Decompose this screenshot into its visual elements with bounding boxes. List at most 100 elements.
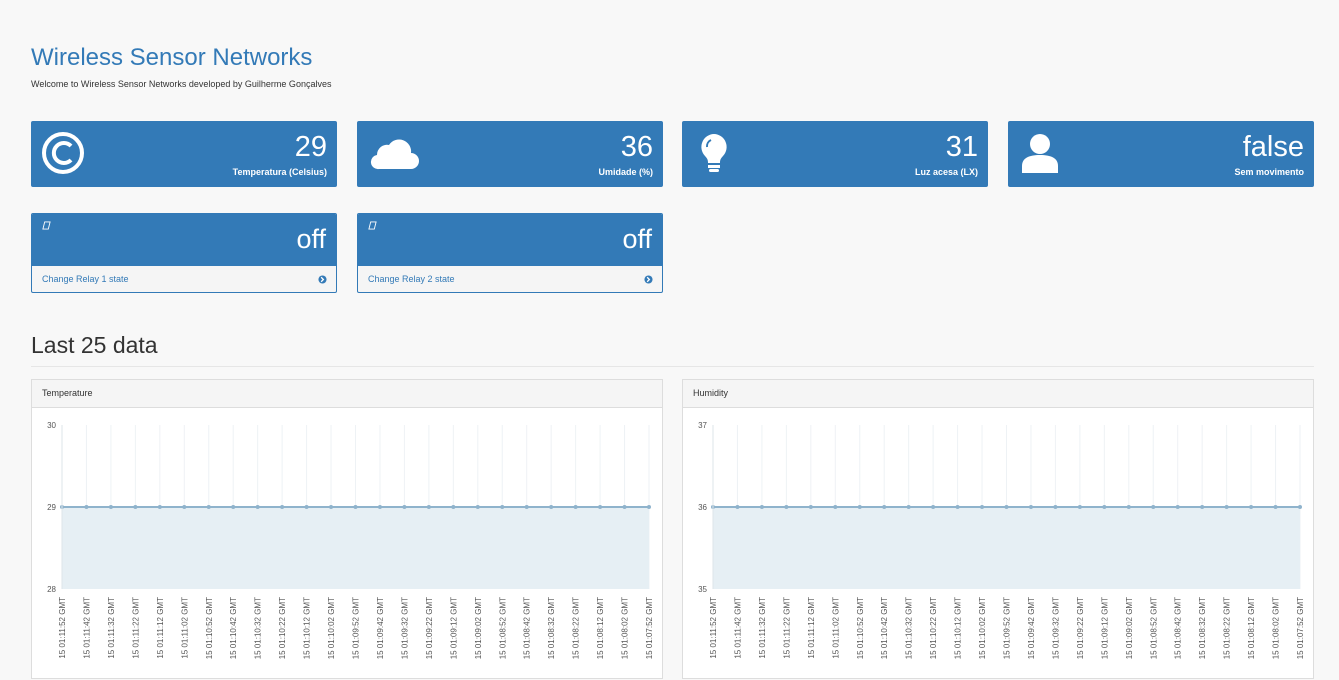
humidity-point: [833, 505, 838, 509]
humidity-x-tick-label: 15 01:08:42 GMT: [1174, 597, 1183, 659]
arrow-circle-right-icon[interactable]: [318, 275, 327, 284]
humidity-point: [784, 505, 789, 509]
temperature-x-tick-label: 15 01:11:12 GMT: [156, 597, 165, 659]
temperature-point: [549, 505, 554, 509]
humidity-point: [1151, 505, 1156, 509]
temperature-point: [402, 505, 407, 509]
humidity-point: [1077, 505, 1082, 509]
temperature-label: Temperatura (Celsius): [232, 167, 327, 177]
humidity-chart: 37 36 3515 01:11:52 GMT 15 01:11:42 GMT 15 0…: [698, 421, 1305, 659]
page-subtitle: Welcome to Wireless Sensor Networks deve…: [31, 79, 332, 89]
humidity-label: Umidade (%): [598, 167, 653, 177]
temperature-card: 29 Temperatura (Celsius): [31, 121, 337, 187]
temperature-x-tick-label: 15 01:11:22 GMT: [131, 597, 140, 659]
temperature-x-tick-label: 15 01:09:02 GMT: [474, 597, 483, 659]
temperature-x-tick-label: 15 01:07:52 GMT: [645, 597, 654, 659]
humidity-point: [857, 505, 862, 509]
humidity-point: [759, 505, 764, 509]
humidity-x-tick-label: 15 01:09:32 GMT: [1051, 597, 1060, 659]
temperature-x-tick-label: 15 01:08:42 GMT: [523, 597, 532, 659]
temperature-point: [377, 505, 382, 509]
humidity-x-tick-label: 15 01:10:42 GMT: [880, 597, 889, 659]
lightbulb-icon: [701, 134, 727, 172]
temperature-point: [157, 505, 162, 509]
humidity-x-tick-label: 15 01:11:52 GMT: [709, 597, 718, 659]
humidity-x-tick-label: 15 01:10:52 GMT: [856, 597, 865, 659]
temperature-x-tick-label: 15 01:10:12 GMT: [303, 597, 312, 659]
off-icon: [368, 221, 377, 230]
user-icon: [1022, 134, 1058, 173]
temperature-x-tick-label: 15 01:10:42 GMT: [229, 597, 238, 659]
relay-2-card: off Change Relay 2 state: [357, 213, 663, 293]
humidity-point: [1102, 505, 1107, 509]
humidity-x-tick-label: 15 01:09:12 GMT: [1100, 597, 1109, 659]
temperature-point: [206, 505, 211, 509]
humidity-x-tick-label: 15 01:10:32 GMT: [905, 597, 914, 659]
temperature-point: [622, 505, 627, 509]
temperature-point: [598, 505, 603, 509]
temperature-panel: Temperature 30 29 28 15 01:11:52 GMT 15 01:1…: [31, 379, 663, 679]
humidity-x-tick-label: 15 01:09:42 GMT: [1027, 597, 1036, 659]
temperature-point: [500, 505, 505, 509]
relay-2-header: off: [358, 214, 662, 266]
humidity-point: [1298, 505, 1302, 509]
change-relay-1-link[interactable]: Change Relay 1 state: [42, 274, 129, 284]
humidity-panel-title: Humidity: [683, 380, 1313, 408]
section-divider: [31, 366, 1314, 367]
off-icon: [42, 221, 51, 230]
humidity-point: [1004, 505, 1009, 509]
light-value: 31: [945, 131, 978, 163]
temperature-x-tick-label: 15 01:09:22 GMT: [425, 597, 434, 659]
relay-1-card: off Change Relay 1 state: [31, 213, 337, 293]
humidity-x-tick-label: 15 01:08:12 GMT: [1247, 597, 1256, 659]
humidity-point: [931, 505, 936, 509]
relay-2-state: off: [622, 224, 652, 254]
temperature-point: [426, 505, 431, 509]
humidity-point: [882, 505, 887, 509]
temperature-point: [524, 505, 529, 509]
relay-1-state: off: [296, 224, 326, 254]
humidity-x-tick-label: 15 01:09:02 GMT: [1125, 597, 1134, 659]
temperature-x-tick-label: 15 01:10:52 GMT: [205, 597, 214, 659]
humidity-x-tick-label: 15 01:08:02 GMT: [1272, 597, 1281, 659]
humidity-point: [1200, 505, 1205, 509]
humidity-point: [955, 505, 960, 509]
humidity-value: 36: [620, 131, 653, 163]
temperature-point: [108, 505, 113, 509]
humidity-point: [1126, 505, 1131, 509]
temperature-chart: 30 29 2815 01:11:52 GMT 15 01:11:42 GMT 15 0…: [47, 421, 654, 659]
humidity-point: [808, 505, 813, 509]
temperature-y-tick-label: 30: [47, 421, 56, 430]
motion-card: false Sem movimento: [1008, 121, 1314, 187]
temperature-x-tick-label: 15 01:09:52 GMT: [352, 597, 361, 659]
change-relay-2-link[interactable]: Change Relay 2 state: [368, 274, 455, 284]
temperature-x-tick-label: 15 01:09:32 GMT: [400, 597, 409, 659]
humidity-panel: Humidity 37 36 35 15 01:11:52 GMT 15 01:11:4…: [682, 379, 1314, 679]
cloud-icon: [370, 139, 419, 170]
temperature-point: [451, 505, 456, 509]
humidity-x-tick-label: 15 01:10:12 GMT: [954, 597, 963, 659]
temperature-point: [280, 505, 285, 509]
temperature-x-tick-label: 15 01:10:02 GMT: [327, 597, 336, 659]
humidity-y-tick-label: 37: [698, 421, 707, 430]
arrow-circle-right-icon[interactable]: [644, 275, 653, 284]
humidity-y-tick-label: 36: [698, 503, 707, 512]
temperature-x-tick-label: 15 01:11:52 GMT: [58, 597, 67, 659]
temperature-y-tick-label: 29: [47, 503, 56, 512]
humidity-point: [735, 505, 740, 509]
temperature-x-tick-label: 15 01:08:12 GMT: [596, 597, 605, 659]
humidity-x-tick-label: 15 01:09:22 GMT: [1076, 597, 1085, 659]
relay-1-header: off: [32, 214, 336, 266]
humidity-x-tick-label: 15 01:08:52 GMT: [1149, 597, 1158, 659]
motion-label: Sem movimento: [1234, 167, 1304, 177]
humidity-x-tick-label: 15 01:08:22 GMT: [1223, 597, 1232, 659]
humidity-x-tick-label: 15 01:08:32 GMT: [1198, 597, 1207, 659]
temperature-point: [182, 505, 187, 509]
temperature-area: [62, 507, 649, 589]
temperature-point: [353, 505, 358, 509]
temperature-x-tick-label: 15 01:08:52 GMT: [498, 597, 507, 659]
humidity-x-tick-label: 15 01:07:52 GMT: [1296, 597, 1305, 659]
humidity-x-tick-label: 15 01:11:12 GMT: [807, 597, 816, 659]
humidity-area: [713, 507, 1300, 589]
humidity-x-tick-label: 15 01:11:22 GMT: [782, 597, 791, 659]
